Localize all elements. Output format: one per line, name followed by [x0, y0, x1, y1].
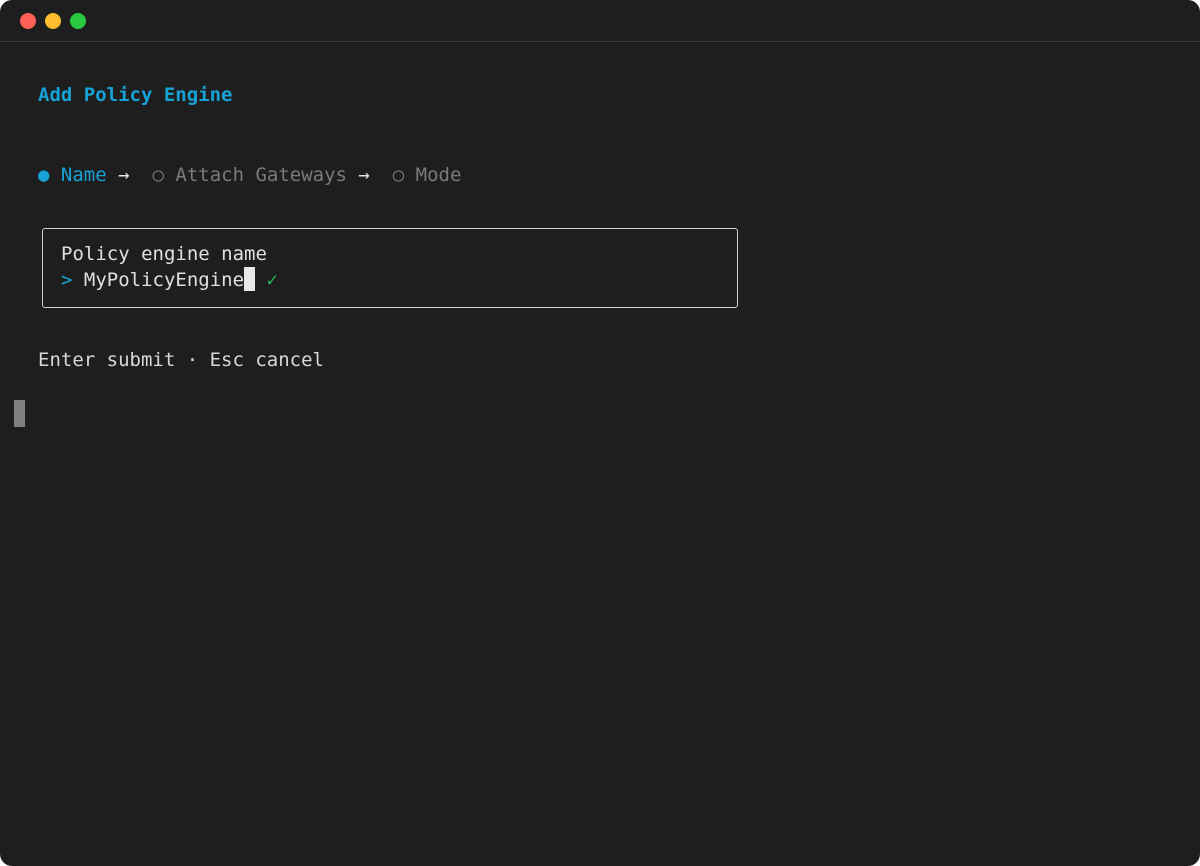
step-arrow-icon: → [358, 164, 370, 186]
terminal-content[interactable]: Add Policy Engine ● Name → ○ Attach Gate… [0, 42, 1200, 866]
step-name: ● Name [38, 164, 107, 186]
name-input-value[interactable]: MyPolicyEngine [84, 269, 244, 291]
step-attach-gateways-label: Attach Gateways [175, 164, 347, 186]
keyboard-hint: Enter submit · Esc cancel [38, 349, 324, 371]
minimize-window-button[interactable] [45, 13, 61, 29]
name-input-box[interactable]: Policy engine name > MyPolicyEngine ✓ [42, 228, 738, 308]
step-mode-label: Mode [415, 164, 462, 186]
close-window-button[interactable] [20, 13, 36, 29]
wizard-title: Add Policy Engine [38, 84, 233, 106]
name-input[interactable]: > MyPolicyEngine ✓ [61, 267, 278, 293]
step-mode: ○ Mode [393, 164, 462, 186]
pending-step-bullet-icon: ○ [152, 164, 164, 186]
active-step-bullet-icon: ● [38, 164, 50, 186]
title-bar [0, 0, 1200, 42]
wizard-steps: ● Name → ○ Attach Gateways → ○ Mode [38, 162, 461, 188]
step-attach-gateways: ○ Attach Gateways [152, 164, 347, 186]
maximize-window-button[interactable] [70, 13, 86, 29]
valid-check-icon: ✓ [266, 269, 278, 291]
terminal-window: Add Policy Engine ● Name → ○ Attach Gate… [0, 0, 1200, 866]
step-arrow-icon: → [118, 164, 130, 186]
pending-step-bullet-icon: ○ [392, 164, 405, 186]
prompt-icon: > [61, 269, 73, 291]
text-caret [244, 267, 256, 291]
terminal-cursor [14, 400, 25, 427]
step-name-label: Name [60, 164, 107, 186]
field-label: Policy engine name [61, 243, 267, 265]
